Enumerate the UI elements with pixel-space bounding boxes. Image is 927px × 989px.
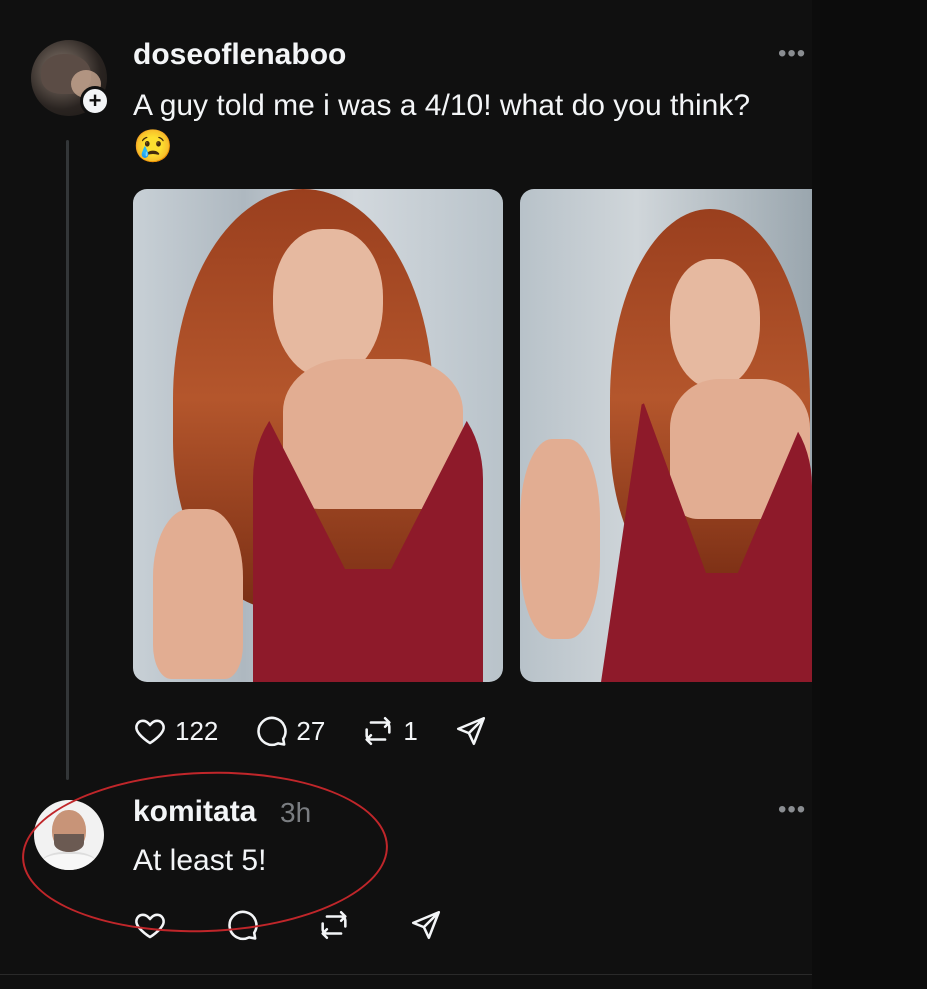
post-action-bar: 122 27 1 [133,714,532,748]
thread-connector-line [66,140,69,780]
page-margin [812,0,927,989]
post-image-2[interactable] [520,189,812,682]
follow-plus-icon[interactable]: + [80,86,110,116]
post-image-1[interactable] [133,189,503,682]
reply-share-button[interactable] [409,908,451,942]
heart-icon [135,719,165,745]
reply-repost-button[interactable] [317,908,359,942]
post-more-icon[interactable]: ••• [778,40,806,68]
post-text: A guy told me i was a 4/10! what do you … [133,89,751,122]
repost-count: 1 [403,715,418,746]
bottom-divider [0,974,812,975]
post-username[interactable]: doseoflenaboo [133,38,346,72]
reply-more-icon[interactable]: ••• [778,796,806,824]
image-arm [153,509,243,679]
comment-button[interactable]: 27 [254,714,325,748]
crying-emoji: 😢 [133,128,173,164]
image-face [273,229,383,379]
repost-button[interactable]: 1 [361,714,418,748]
image-face [670,259,760,389]
share-icon [456,716,485,746]
share-icon [411,910,441,940]
post-body: A guy told me i was a 4/10! what do you … [133,86,813,168]
repost-icon [365,716,391,746]
repost-icon [321,910,347,940]
comment-count: 27 [296,715,326,746]
like-count: 122 [175,715,219,746]
comment-icon [257,716,288,747]
thread-view: + doseoflenaboo ••• A guy told me i was … [0,0,812,989]
like-button[interactable]: 122 [133,714,218,748]
share-button[interactable] [454,714,496,748]
image-arm [520,439,600,639]
